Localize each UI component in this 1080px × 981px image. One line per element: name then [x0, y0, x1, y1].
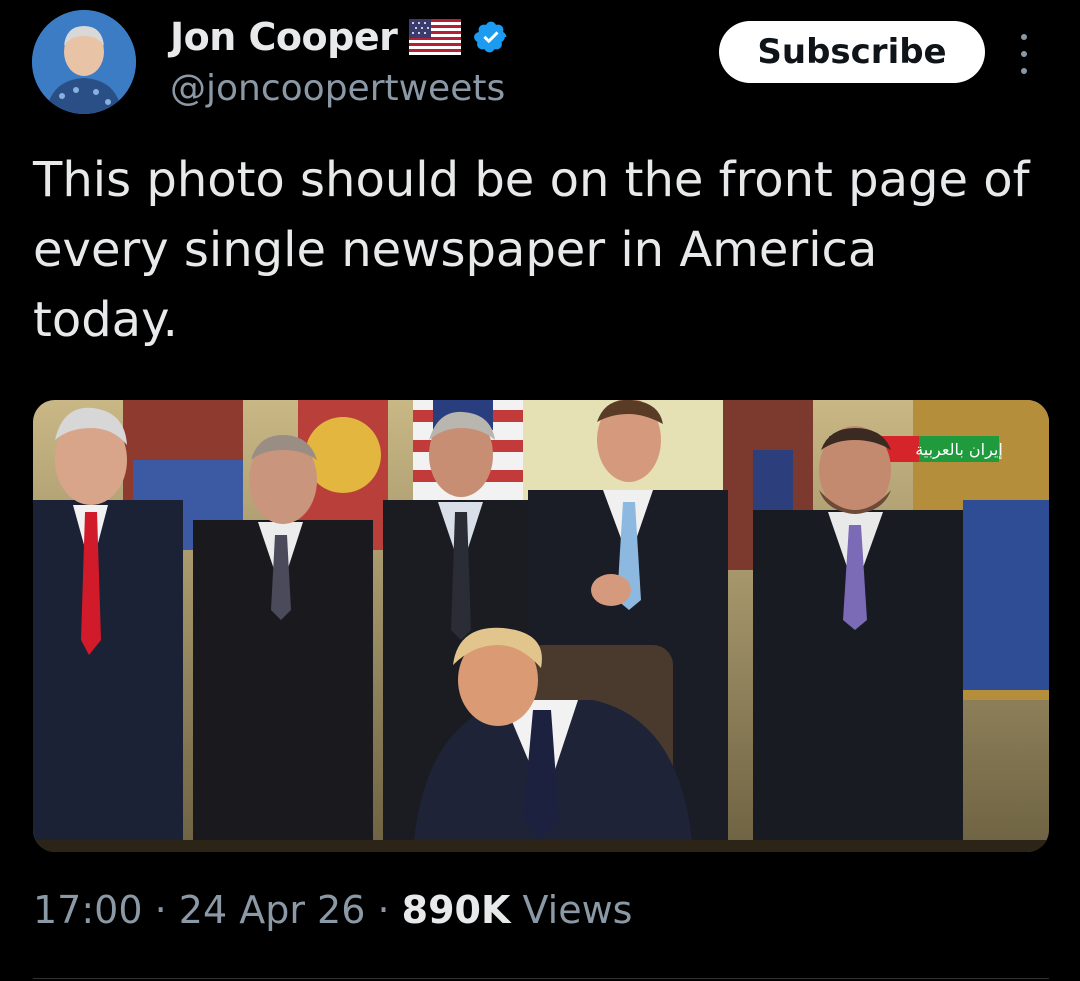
views-count: 890K [401, 888, 511, 932]
tweet-meta: 17:00 · 24 Apr 26 · 890K Views [33, 888, 632, 932]
tweet-header: Jon Cooper @joncoopertweets Subscribe [0, 0, 1080, 140]
meta-separator: · [142, 888, 179, 932]
more-dot [1021, 34, 1027, 40]
author-handle[interactable]: @joncoopertweets [170, 68, 505, 109]
subscribe-button[interactable]: Subscribe [719, 21, 985, 83]
us-flag-icon [409, 19, 462, 55]
views-label: Views [510, 888, 633, 932]
photo-scene: إيران بالعربية [33, 400, 1049, 852]
avatar[interactable] [32, 10, 136, 114]
tweet-date[interactable]: 24 Apr 26 [179, 888, 366, 932]
avatar-image [32, 10, 136, 114]
more-dot [1021, 51, 1027, 57]
tweet-time[interactable]: 17:00 [33, 888, 143, 932]
more-dot [1021, 68, 1027, 74]
verified-badge-icon [474, 21, 507, 53]
tweet-text: This photo should be on the front page o… [33, 152, 1030, 348]
author-name[interactable]: Jon Cooper [170, 15, 398, 59]
watermark-text: إيران بالعربية [915, 440, 1003, 460]
meta-separator: · [365, 888, 402, 932]
divider [33, 978, 1049, 979]
tweet-photo[interactable]: إيران بالعربية [33, 400, 1049, 852]
author-name-row: Jon Cooper [170, 12, 509, 62]
more-vertical-icon[interactable] [1013, 34, 1035, 74]
